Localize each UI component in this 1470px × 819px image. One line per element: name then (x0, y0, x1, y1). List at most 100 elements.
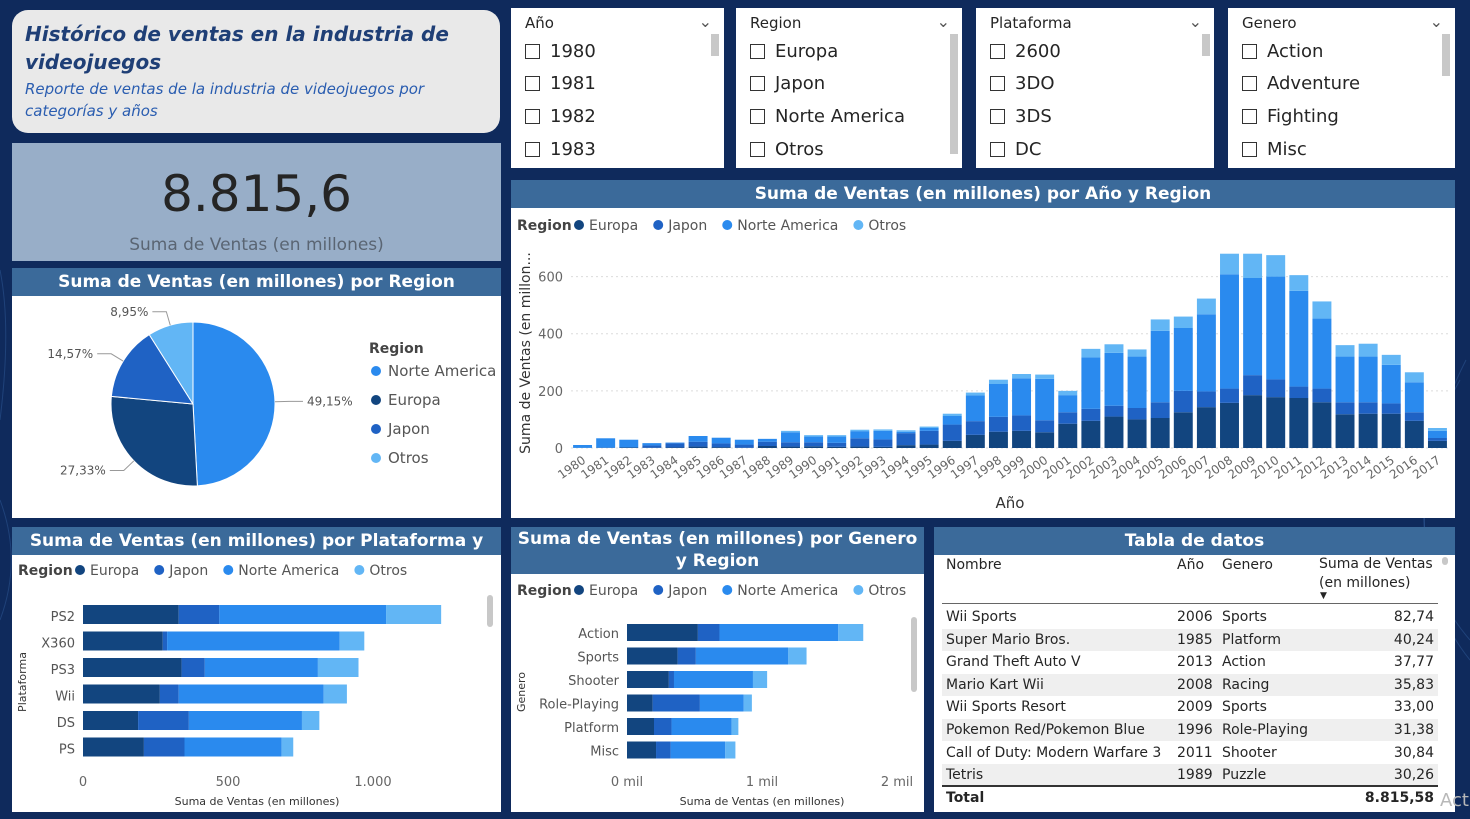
slicer-region[interactable]: Region ⌄ Europa Japon Norte America Otro… (736, 8, 962, 168)
y-tick-label: PS (59, 743, 75, 758)
bar-segment (1335, 356, 1355, 403)
legend-item: Otros (868, 583, 906, 599)
chart-scrollbar[interactable] (911, 617, 917, 692)
column-header-year[interactable]: Año (1177, 555, 1204, 575)
slicer-platform-item[interactable]: 2600 (990, 41, 1061, 65)
x-tick-label: 0 (79, 775, 87, 790)
table-row[interactable]: Tetris 1989 Puzzle 30,26 (942, 764, 1438, 787)
checkbox[interactable] (525, 109, 540, 124)
checkbox[interactable] (750, 109, 765, 124)
pie-leader-line (152, 311, 171, 326)
slicer-region-item[interactable]: Europa (750, 41, 838, 65)
checkbox[interactable] (750, 76, 765, 91)
slicer-scrollbar[interactable] (1202, 34, 1210, 56)
checkbox[interactable] (990, 44, 1005, 59)
bar-segment (734, 439, 754, 445)
bar-segment (804, 436, 824, 443)
slicer-genre-item[interactable]: Action (1242, 41, 1323, 65)
bar-segment (83, 631, 163, 651)
legend-marker (354, 565, 365, 575)
checkbox[interactable] (1242, 76, 1257, 91)
slicer-platform-item[interactable]: 3DS (990, 106, 1052, 130)
slicer-platform-item[interactable]: 3DO (990, 73, 1054, 97)
checkbox[interactable] (990, 109, 1005, 124)
bar-segment (827, 446, 847, 448)
slicer-region-title: Region (750, 14, 802, 32)
slicer-scrollbar[interactable] (711, 34, 719, 56)
bar-segment (781, 432, 800, 443)
legend-marker (371, 395, 381, 405)
table-row[interactable]: Wii Sports Resort 2009 Sports 33,00 (942, 696, 1438, 718)
genre-chart: Region Europa Japon Norte America Otros Actio… (515, 583, 913, 808)
slicer-year-item[interactable]: 1980 (525, 41, 596, 65)
cell-genero: Platform (1222, 631, 1282, 648)
slicer-region-item[interactable]: Otros (750, 139, 824, 163)
slicer-year[interactable]: Año ⌄ 1980 1981 1982 1983 (511, 8, 724, 168)
slicer-genre[interactable]: Genero ⌄ Action Adventure Fighting Misc (1228, 8, 1455, 168)
column-header-genero[interactable]: Genero (1222, 555, 1273, 575)
bar-segment (1127, 356, 1147, 408)
table-row[interactable]: Call of Duty: Modern Warfare 3 2011 Shoote… (942, 742, 1438, 764)
slicer-platform-item[interactable]: DC (990, 139, 1041, 163)
slicer-scrollbar[interactable] (950, 34, 958, 154)
checkbox[interactable] (990, 76, 1005, 91)
chevron-down-icon[interactable]: ⌄ (699, 12, 712, 31)
chart-scrollbar[interactable] (487, 595, 493, 627)
y-tick-label: 0 (555, 442, 563, 457)
bar-segment (688, 446, 708, 448)
sort-descending-icon[interactable]: ▼ (1320, 591, 1327, 601)
cell-year: 2013 (1177, 654, 1213, 671)
checkbox[interactable] (1242, 142, 1257, 157)
bar-segment (850, 446, 870, 448)
chevron-down-icon[interactable]: ⌄ (1430, 12, 1443, 31)
checkbox[interactable] (525, 142, 540, 157)
slicer-year-item[interactable]: 1982 (525, 106, 596, 130)
slicer-scrollbar[interactable] (1442, 34, 1450, 76)
chevron-down-icon[interactable]: ⌄ (937, 12, 950, 31)
bar-segment (1196, 298, 1216, 315)
bar-segment (942, 416, 962, 425)
table-row[interactable]: Pokemon Red/Pokemon Blue 1996 Role-Playing… (942, 719, 1438, 741)
table-scrollbar[interactable] (1442, 557, 1448, 565)
y-axis-label: Plataforma (16, 652, 29, 712)
checkbox[interactable] (990, 142, 1005, 157)
legend-item: Norte America (737, 583, 838, 599)
checkbox[interactable] (750, 44, 765, 59)
slicer-genre-item[interactable]: Adventure (1242, 73, 1360, 97)
cell-genero: Racing (1222, 676, 1270, 693)
bar-segment (734, 444, 754, 448)
slicer-year-item[interactable]: 1983 (525, 139, 596, 163)
chevron-down-icon[interactable]: ⌄ (1189, 12, 1202, 31)
table-row[interactable]: Super Mario Bros. 1985 Platform 40,24 (942, 628, 1438, 651)
checkbox[interactable] (525, 76, 540, 91)
bar-segment (942, 424, 962, 441)
cell-nombre: Tetris (946, 767, 984, 784)
column-header-nombre[interactable]: Nombre (946, 555, 1002, 575)
legend-title: Region (517, 218, 572, 234)
checkbox[interactable] (1242, 109, 1257, 124)
slicer-genre-item[interactable]: Misc (1242, 139, 1307, 163)
table-row[interactable]: Mario Kart Wii 2008 Racing 35,83 (942, 673, 1438, 696)
pie-data-label: 27,33% (60, 464, 106, 478)
bar-segment (757, 438, 777, 442)
slicer-platform[interactable]: Plataforma ⌄ 2600 3DO 3DS DC (976, 8, 1214, 168)
bar-segment (1150, 319, 1170, 331)
y-tick-label: Shooter (568, 674, 619, 689)
table-row[interactable]: Wii Sports 2006 Sports 82,74 (942, 606, 1438, 628)
table-row[interactable]: Grand Theft Auto V 2013 Action 37,77 (942, 651, 1438, 673)
bar-segment (725, 741, 736, 759)
kpi-card: 8.815,6 Suma de Ventas (en millones) (12, 143, 501, 261)
checkbox[interactable] (750, 142, 765, 157)
slicer-year-item[interactable]: 1981 (525, 73, 596, 97)
bar-segment (1404, 412, 1424, 421)
checkbox[interactable] (1242, 44, 1257, 59)
slicer-genre-item[interactable]: Fighting (1242, 106, 1339, 130)
bar-segment (1427, 438, 1447, 441)
checkbox[interactable] (525, 44, 540, 59)
column-header-sales[interactable]: Suma de Ventas (en millones) (1319, 555, 1437, 593)
slicer-region-item[interactable]: Norte America (750, 106, 905, 130)
slicer-region-item[interactable]: Japon (750, 73, 825, 97)
year-chart: Region Europa Japon Norte America Otros 0 200 4… (517, 218, 1449, 512)
legend-title: Region (517, 583, 572, 599)
bar-segment (1058, 390, 1078, 396)
